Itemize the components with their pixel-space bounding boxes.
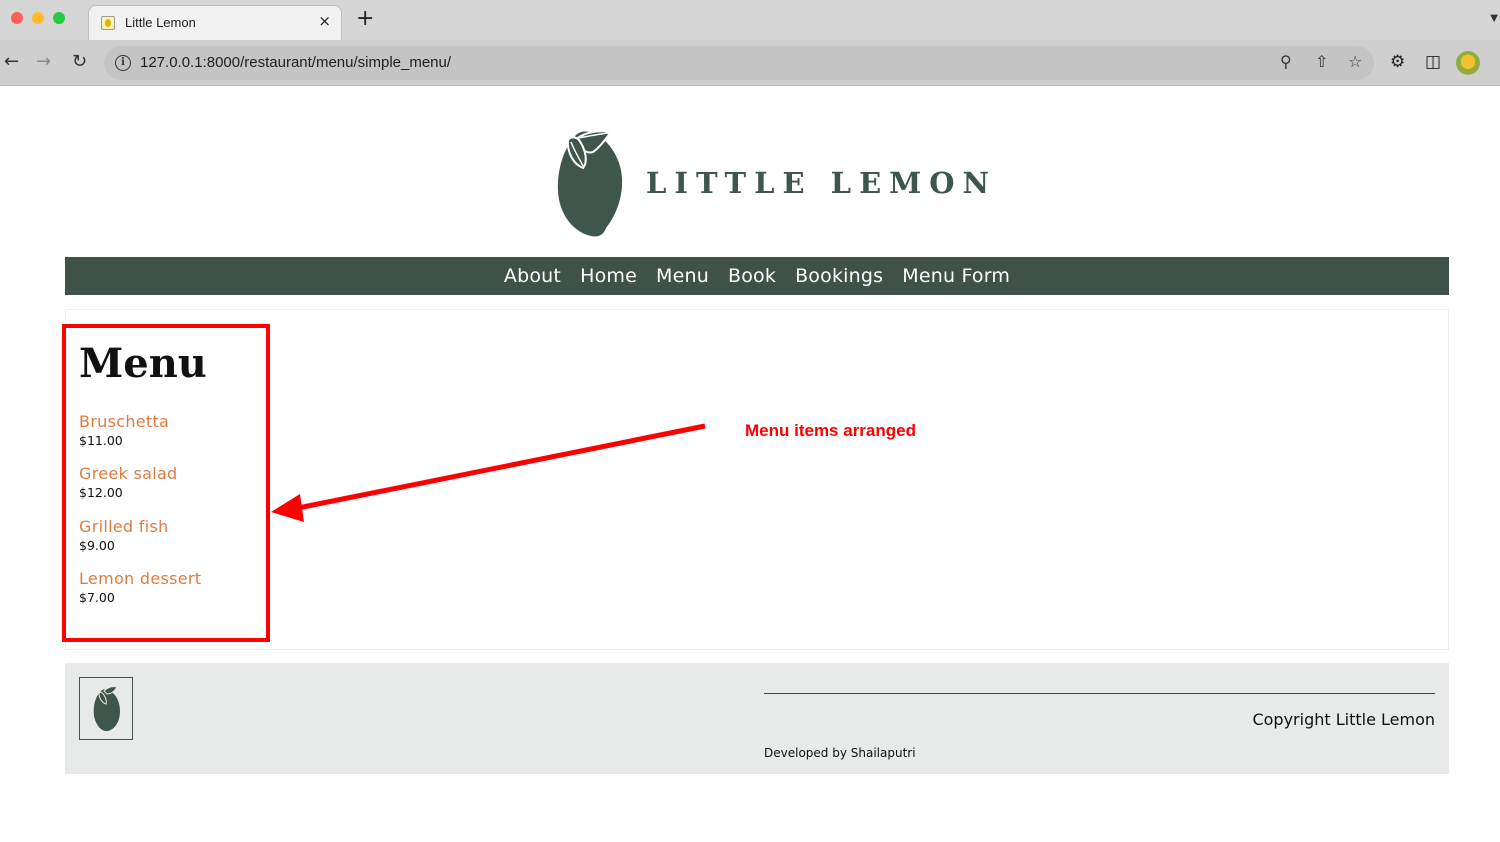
lemon-icon [93, 686, 120, 732]
developer-credit: Developed by Shailaputri [764, 746, 916, 760]
footer-divider [764, 693, 1435, 694]
site-footer: Copyright Little Lemon Developed by Shai… [65, 663, 1449, 774]
annotation-label: Menu items arranged [745, 421, 916, 440]
footer-logo[interactable] [79, 677, 133, 740]
copyright-text: Copyright Little Lemon [1252, 710, 1435, 729]
